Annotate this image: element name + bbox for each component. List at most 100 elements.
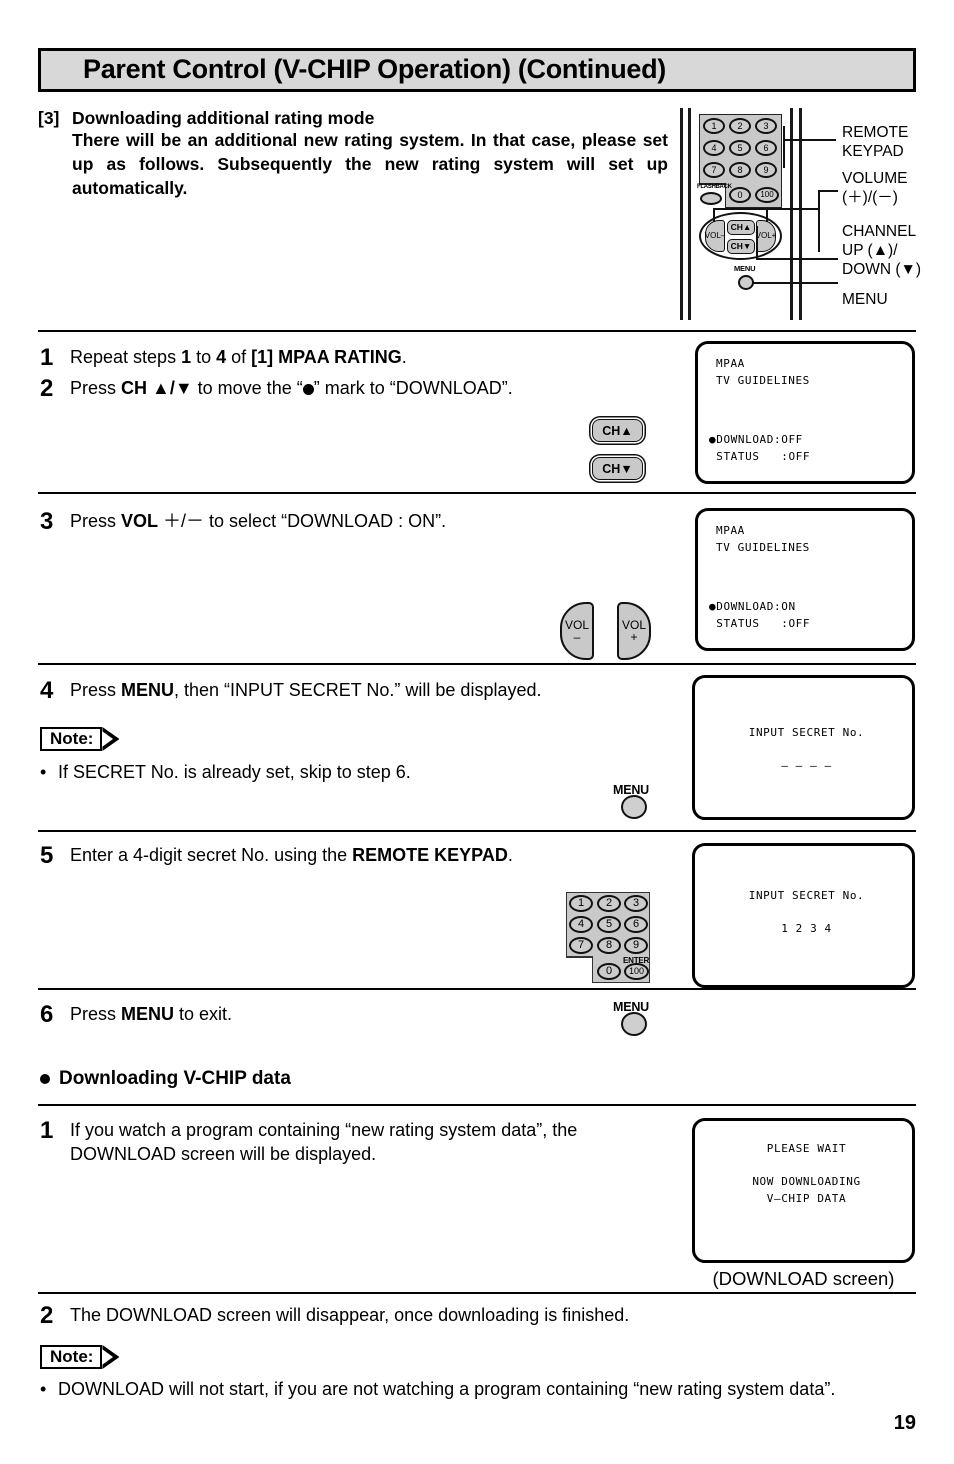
- cursor-mark-icon: [302, 384, 314, 395]
- keypad-key-6[interactable]: 6: [624, 916, 648, 933]
- remote-vol-minus-sign: –: [720, 231, 726, 240]
- note-1-flag: Note:: [40, 727, 120, 751]
- callout-menu: MENU: [842, 291, 888, 310]
- callout-remote-keypad-line1: REMOTE: [842, 124, 909, 141]
- keypad-key-4[interactable]: 4: [569, 916, 593, 933]
- remote-key-3[interactable]: 3: [755, 118, 777, 134]
- note-1-label: Note:: [40, 727, 103, 751]
- note-2-arrow-icon: [102, 1345, 120, 1369]
- remote-key-6[interactable]: 6: [755, 140, 777, 156]
- keypad-key-3[interactable]: 3: [624, 895, 648, 912]
- callout-channel: CHANNEL UP (▲)/ DOWN (▼): [842, 223, 921, 280]
- osd-line-status: STATUS :OFF: [709, 449, 811, 463]
- remote-key-0[interactable]: 0: [729, 187, 751, 203]
- osd4-line-dashes: – – – –: [781, 759, 832, 772]
- osd-dl-line-vchip: V–CHIP DATA: [766, 1191, 847, 1205]
- divider-3: [38, 663, 916, 665]
- step-5-frag-post: .: [507, 845, 513, 865]
- remote-key-100[interactable]: 100: [755, 187, 779, 203]
- keypad-key-100[interactable]: 100: [624, 963, 649, 980]
- step-4: 4 Press MENU, then “INPUT SECRET No.” wi…: [40, 678, 680, 703]
- step-1-frag-0: Repeat steps: [70, 347, 182, 367]
- keypad-key-9[interactable]: 9: [624, 937, 648, 954]
- osd-line-mpaa: MPAA: [716, 357, 745, 370]
- step-2-frag-pre: Press: [70, 378, 122, 398]
- menu-button-step4[interactable]: [621, 795, 647, 819]
- step-6-text: Press MENU to exit.: [70, 1002, 232, 1027]
- step-5-frag-pre: Enter a 4-digit secret No. using the: [70, 845, 353, 865]
- keypad-key-2[interactable]: 2: [597, 895, 621, 912]
- tv-screen-download-caption: (DOWNLOAD screen): [712, 1268, 895, 1289]
- step-6-frag-pre: Press: [70, 1004, 122, 1024]
- tv-screen-step4-text: INPUT SECRET No. – – – –: [695, 725, 918, 775]
- download-step-1-number: 1: [40, 1117, 54, 1144]
- tv-screen-step3: MPAA TV GUIDELINES ●DOWNLOAD:ON STATUS :…: [695, 508, 915, 651]
- note-2-bullet: • DOWNLOAD will not start, if you are no…: [40, 1379, 926, 1400]
- keypad-key-0[interactable]: 0: [597, 963, 621, 980]
- callout-line-channel-v: [756, 226, 758, 260]
- page-title: Parent Control (V-CHIP Operation) (Conti…: [83, 53, 666, 84]
- vol-plus-button[interactable]: VOL +: [617, 602, 651, 660]
- callout-menu-line1: MENU: [842, 291, 888, 308]
- callout-volume: VOLUME (＋)/(－): [842, 170, 907, 208]
- ch-down-button[interactable]: CH▼: [592, 457, 643, 480]
- remote-ch-down-button[interactable]: CH▼: [727, 239, 755, 254]
- tv-screen-download-text: PLEASE WAIT NOW DOWNLOADING V–CHIP DATA: [695, 1141, 918, 1207]
- note-2-bullet-dot: •: [40, 1379, 47, 1399]
- remote-key-7[interactable]: 7: [703, 162, 725, 178]
- step-4-frag-post: , then “INPUT SECRET No.” will be displa…: [174, 680, 542, 700]
- callout-channel-line3: DOWN (▼): [842, 260, 922, 278]
- note-1-bullet-dot: •: [40, 762, 47, 782]
- remote-key-8[interactable]: 8: [729, 162, 751, 178]
- osd5-line-digits: 1 2 3 4: [781, 922, 832, 935]
- keypad-key-8[interactable]: 8: [597, 937, 621, 954]
- step-1-number: 1: [40, 344, 54, 371]
- osd3-line-tvguidelines: TV GUIDELINES: [716, 540, 810, 554]
- osd5-line-prompt: INPUT SECRET No.: [748, 889, 865, 902]
- remote-key-5[interactable]: 5: [729, 140, 751, 156]
- manual-page: Parent Control (V-CHIP Operation) (Conti…: [0, 0, 954, 1464]
- step-1: 1 Repeat steps 1 to 4 of [1] MPAA RATING…: [40, 345, 660, 370]
- section-heading-download-vchip: Downloading V-CHIP data: [40, 1068, 291, 1090]
- divider-6: [38, 1104, 916, 1106]
- osd3-line-download: ●DOWNLOAD:ON: [709, 600, 796, 613]
- download-step-1: 1 If you watch a program containing “new…: [40, 1118, 660, 1166]
- vol-minus-sign: –: [573, 630, 581, 644]
- tv-screen-step2-status: ●DOWNLOAD:OFF STATUS :OFF: [709, 432, 810, 465]
- remote-key-9[interactable]: 9: [755, 162, 777, 178]
- ch-up-button[interactable]: CH▲: [592, 419, 643, 442]
- divider-2: [38, 492, 916, 494]
- step-3: 3 Press VOL ＋/－ to select “DOWNLOAD : ON…: [40, 509, 680, 534]
- callout-line-keypad-h: [783, 139, 836, 141]
- tv-screen-step5-text: INPUT SECRET No. 1 2 3 4: [695, 888, 918, 938]
- remote-key-1[interactable]: 1: [703, 118, 725, 134]
- vol-minus-button[interactable]: VOL –: [560, 602, 594, 660]
- note-1-bullet: • If SECRET No. is already set, skip to …: [40, 762, 660, 783]
- remote-flashback-button[interactable]: [700, 192, 722, 205]
- step-2-text: Press CH ▲/▼ to move the “ ” mark to “DOW…: [70, 376, 513, 401]
- keypad-key-5[interactable]: 5: [597, 916, 621, 933]
- remote-keypad-graphic: 1 2 3 4 5 6 7 8 9 ENTER 0 100: [560, 888, 660, 986]
- tv-screen-step2-header: MPAA TV GUIDELINES: [716, 356, 810, 389]
- menu-button-step6[interactable]: [621, 1012, 647, 1036]
- intro-heading-row: [3] Downloading additional rating mode: [38, 108, 668, 129]
- step-2: 2 Press CH ▲/▼ to move the “ ” mark to “D…: [40, 376, 680, 401]
- intro-body: There will be an additional new rating s…: [72, 130, 668, 198]
- remote-vol-plus-label: VOL: [755, 231, 772, 240]
- step-3-frag-pre: Press: [70, 511, 122, 531]
- intro-block: [3] Downloading additional rating mode T…: [38, 108, 668, 200]
- step-1-frag-6: .: [401, 347, 407, 367]
- remote-key-2[interactable]: 2: [729, 118, 751, 134]
- note-2-label: Note:: [40, 1345, 103, 1369]
- remote-vol-minus-button[interactable]: VOL –: [705, 220, 725, 252]
- step-4-text: Press MENU, then “INPUT SECRET No.” will…: [70, 678, 542, 703]
- keypad-key-7[interactable]: 7: [569, 937, 593, 954]
- remote-key-4[interactable]: 4: [703, 140, 725, 156]
- remote-ch-up-button[interactable]: CH▲: [727, 220, 755, 235]
- step-3-number: 3: [40, 508, 54, 535]
- keypad-key-1[interactable]: 1: [569, 895, 593, 912]
- vol-plus-sign: +: [630, 630, 638, 644]
- step-1-frag-4: of: [226, 347, 252, 367]
- note-2-text: DOWNLOAD will not start, if you are not …: [58, 1379, 836, 1399]
- section-bullet-icon: [40, 1074, 50, 1084]
